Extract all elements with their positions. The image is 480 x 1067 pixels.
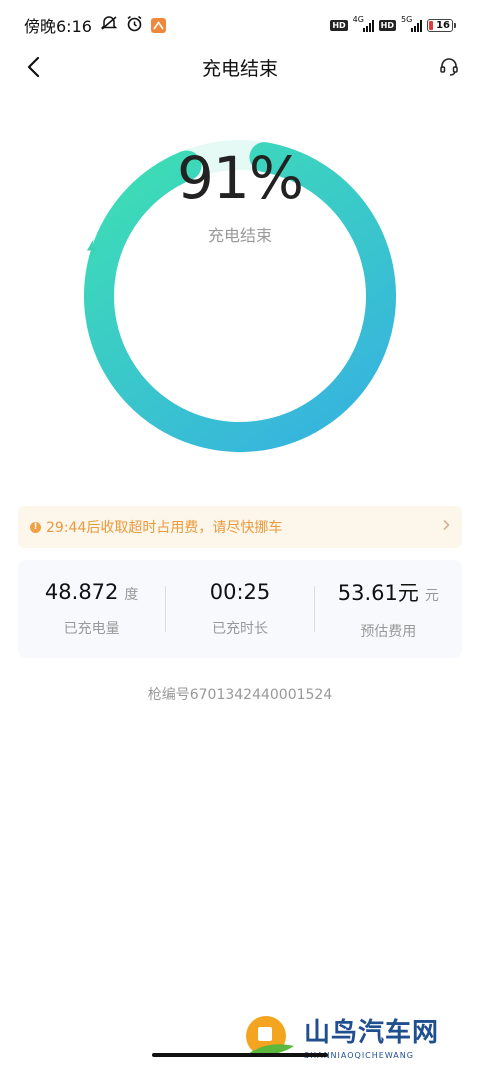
alarm-icon [126,15,143,36]
charge-progress-ring: 91% 充电结束 [84,140,396,452]
mute-icon [100,15,118,35]
stat-cost-unit: 元 [424,588,439,604]
hd-badge: HD [330,19,348,31]
stat-cost-value: 53.61元 [337,581,419,605]
stat-duration-value: 00:25 [209,580,271,604]
back-button[interactable] [26,54,52,80]
lightning-bolt-icon [87,239,97,259]
chevron-left-icon [27,56,40,78]
stat-cost-label: 预估费用 [360,624,417,640]
charge-status: 充电结束 [207,226,272,245]
headset-icon [440,58,458,76]
stat-energy-value: 48.872 [44,580,119,604]
stat-energy: 48.872 度 已充电量 [18,580,165,638]
status-time: 傍晚6:16 [24,17,92,36]
notice-text: 29:44后收取超时占用费，请尽快挪车 [46,520,283,536]
status-left: 傍晚6:16 [24,13,166,37]
stat-duration-label: 已充时长 [211,621,268,637]
status-right: HD 4G HD 5G 16 [330,15,456,32]
ring-center: 91% 充电结束 [84,140,396,452]
warning-icon: ! [30,521,41,533]
page-title: 充电结束 [201,57,278,80]
watermark: 山鸟汽车网 SHANNIAOQICHEWANG [240,1005,480,1067]
charging-gun-number: 枪编号6701342440001524 [147,687,333,703]
stat-cost: 53.61元 元 预估费用 [315,577,462,641]
stat-energy-unit: 度 [124,587,139,603]
charge-percent: 91% [177,144,304,212]
stat-duration: 00:25 已充时长 [166,580,313,638]
watermark-title: 山鸟汽车网 [304,1018,440,1048]
battery-icon: 16 [427,18,456,32]
signal-icon: 4G [353,15,374,32]
chevron-right-icon [442,519,450,535]
customer-service-button[interactable] [438,56,460,78]
hd-badge-2: HD [378,19,396,31]
app-notification-icon [150,17,166,33]
signal-icon-2: 5G [401,15,422,32]
stat-energy-label: 已充电量 [63,621,120,637]
charge-stats-card: 48.872 度 已充电量 00:25 已充时长 53.61元 元 预估费用 [18,560,462,658]
nav-bar: 充电结束 [0,42,480,92]
overtime-fee-notice[interactable]: ! 29:44后收取超时占用费，请尽快挪车 [18,506,462,548]
battery-level: 16 [436,19,450,31]
home-indicator[interactable] [152,1053,328,1057]
